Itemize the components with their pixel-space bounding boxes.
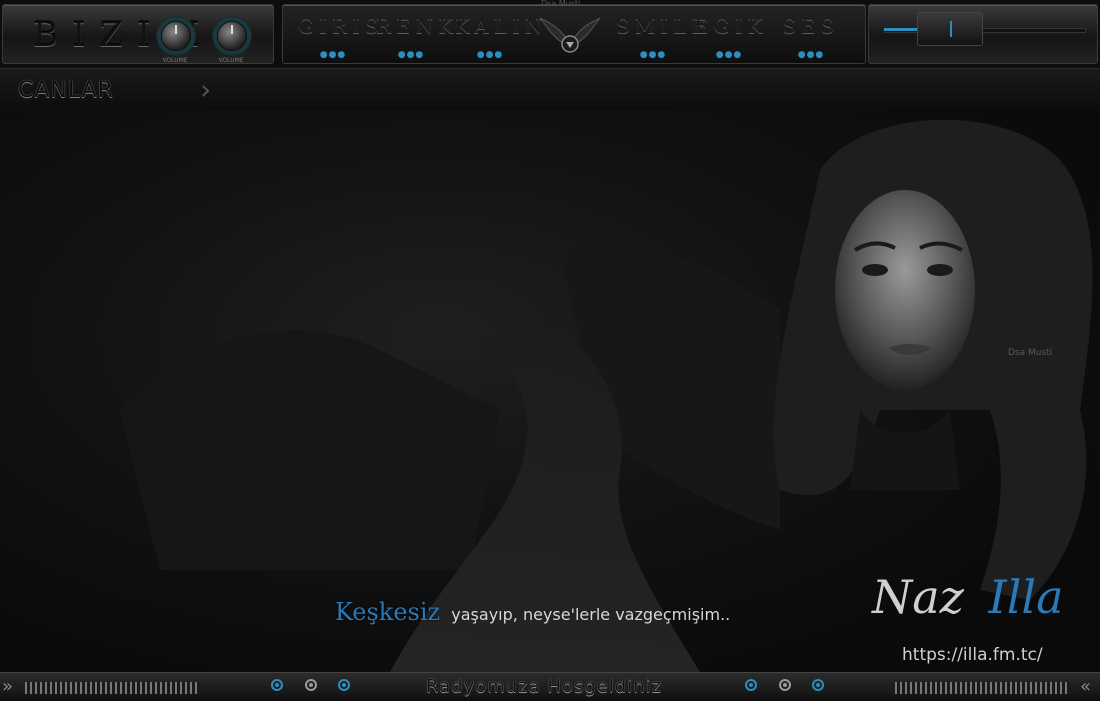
menu-item-egik[interactable]: EGIK <box>694 14 764 38</box>
section-title[interactable]: CANLAR <box>18 78 114 103</box>
ring-icon <box>812 679 824 691</box>
quote-rest: yaşayıp, neyse'lerle vazgeçmişim.. <box>451 605 731 624</box>
main-banner: Dsa Musti Keşkesiz yaşayıp, neyse'lerle … <box>0 110 1100 672</box>
volume-knob-left[interactable] <box>161 21 191 51</box>
knob-label: VOLUME <box>218 57 244 64</box>
corner-arrow-icon: « <box>1080 676 1092 697</box>
ring-icon <box>745 679 757 691</box>
site-url[interactable]: https://illa.fm.tc/ <box>902 645 1043 665</box>
menu-indicator: ●●● <box>397 50 425 60</box>
corner-arrow-icon: » <box>2 676 14 697</box>
quote: Keşkesiz yaşayıp, neyse'lerle vazgeçmişi… <box>335 598 730 626</box>
signature: Naz Illa <box>872 570 1064 624</box>
ring-icon <box>338 679 350 691</box>
top-bar: BIZIM VOLUME VOLUME Dsa Musti GIRIS ●●● … <box>0 0 1100 68</box>
menu-indicator: ●●● <box>639 50 667 60</box>
speaker-grille <box>25 682 200 694</box>
watermark: Dsa Musti <box>1008 348 1053 358</box>
brand-panel: BIZIM VOLUME VOLUME <box>2 4 274 64</box>
menu-indicator: ●●● <box>715 50 743 60</box>
menu-indicator: ●●● <box>319 50 347 60</box>
menu-item-smile[interactable]: SMILE <box>616 14 706 38</box>
menu-item-ses[interactable]: SES <box>776 14 846 38</box>
speaker-grille <box>895 682 1070 694</box>
menu-item-kalin[interactable]: KALIN <box>455 14 542 38</box>
volume-knob-right[interactable] <box>217 21 247 51</box>
volume-panel <box>868 4 1098 64</box>
ring-icon <box>779 679 791 691</box>
signature-second: Illa <box>988 570 1064 624</box>
menu-item-renk[interactable]: RENK <box>376 14 453 38</box>
ring-icon <box>305 679 317 691</box>
bottom-bar: » Radyomuza Hosgeldiniz « <box>0 672 1100 701</box>
knob-label: VOLUME <box>162 57 188 64</box>
volume-slider-thumb[interactable] <box>917 12 983 46</box>
winged-emblem-icon <box>539 17 601 53</box>
menu-item-giris[interactable]: GIRIS <box>298 14 379 38</box>
small-title: Dsa Musti <box>541 0 581 8</box>
menu-indicator: ●●● <box>476 50 504 60</box>
quote-lead: Keşkesiz <box>335 598 441 626</box>
sub-bar: CANLAR › <box>0 68 1100 112</box>
footer-welcome-text: Radyomuza Hosgeldiniz <box>426 676 663 697</box>
chevron-right-icon[interactable]: › <box>200 73 211 106</box>
signature-first: Naz <box>872 570 964 624</box>
menu-indicator: ●●● <box>797 50 825 60</box>
ring-icon <box>271 679 283 691</box>
